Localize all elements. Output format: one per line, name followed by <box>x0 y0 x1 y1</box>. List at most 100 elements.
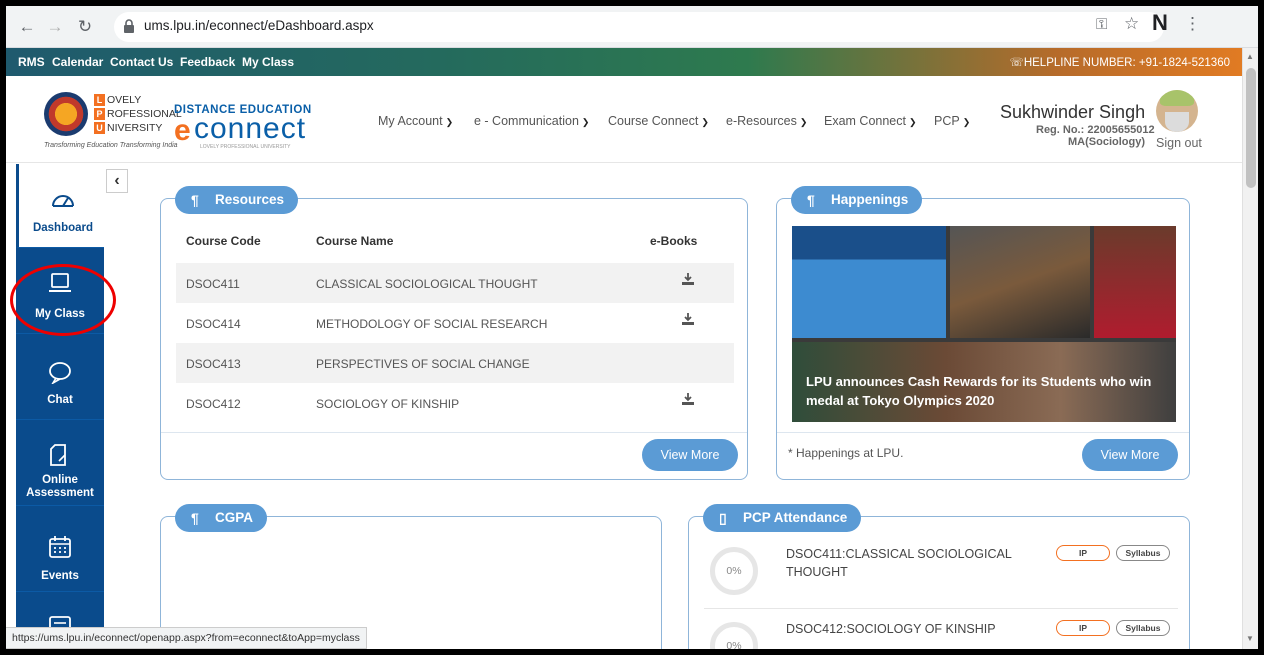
photo-hockey <box>792 226 946 338</box>
chevron-down-icon: ❯ <box>701 117 709 127</box>
course-name: SOCIOLOGY OF KINSHIP <box>316 397 460 411</box>
page-scrollbar[interactable]: ▲ ▼ <box>1242 48 1258 649</box>
ip-tag[interactable]: IP <box>1056 545 1110 561</box>
avatar[interactable] <box>1156 90 1198 132</box>
avatar-beard <box>1165 112 1189 132</box>
chevron-down-icon: ❯ <box>908 117 917 127</box>
logo-word: OVELY <box>107 94 142 106</box>
sidebar-label: Online Assessment <box>26 474 94 499</box>
back-icon[interactable]: ← <box>14 14 40 40</box>
attendance-course: DSOC411:CLASSICAL SOCIOLOGICAL THOUGHT <box>786 547 1012 579</box>
econnect-subtitle: LOVELY PROFESSIONAL UNIVERSITY <box>200 144 291 150</box>
logo-letter: U <box>94 122 105 134</box>
pcp-attendance-title: ▯ PCP Attendance <box>703 504 862 532</box>
econnect-e: e <box>174 114 191 147</box>
course-name: METHODOLOGY OF SOCIAL RESEARCH <box>316 317 548 331</box>
sidebar-label: Chat <box>47 394 73 406</box>
chevron-down-icon: ❯ <box>799 117 808 127</box>
pilcrow-icon: ¶ <box>191 510 199 526</box>
ip-tag[interactable]: IP <box>1056 620 1110 636</box>
top-link-feedback[interactable]: Feedback <box>180 55 235 69</box>
sidebar-label: Dashboard <box>32 222 94 234</box>
sidebar-item-chat[interactable]: Chat <box>16 336 104 420</box>
logo-tagline: Transforming Education Transforming Indi… <box>44 142 178 149</box>
scroll-down-icon[interactable]: ▼ <box>1246 634 1254 643</box>
scroll-thumb[interactable] <box>1246 68 1256 188</box>
syllabus-tag[interactable]: Syllabus <box>1116 620 1170 636</box>
download-icon[interactable] <box>682 313 694 325</box>
address-bar[interactable]: ums.lpu.in/econnect/eDashboard.aspx <box>114 12 1164 42</box>
highlight-ring <box>10 264 116 336</box>
menu-dots-icon[interactable]: ⋮ <box>1184 14 1201 34</box>
table-row: DSOC414 METHODOLOGY OF SOCIAL RESEARCH <box>176 303 734 343</box>
attendance-course: DSOC412:SOCIOLOGY OF KINSHIP <box>786 622 996 636</box>
top-link-contact[interactable]: Contact Us <box>110 55 173 69</box>
syllabus-tag[interactable]: Syllabus <box>1116 545 1170 561</box>
photo-wrestler <box>1094 226 1176 338</box>
key-icon[interactable]: ⚿ <box>1096 16 1107 33</box>
sidebar-item-events[interactable]: Events <box>16 508 104 592</box>
lock-icon <box>124 19 134 33</box>
registration-number: Reg. No.: 22005655012 <box>1036 124 1155 136</box>
menu-course-connect[interactable]: Course Connect ❯ <box>608 114 709 128</box>
divider <box>704 608 1178 609</box>
resources-title: ¶ Resources <box>175 186 299 214</box>
menu-exam-connect[interactable]: Exam Connect ❯ <box>824 114 917 128</box>
menu-e-resources[interactable]: e-Resources ❯ <box>726 114 807 128</box>
status-bar-url: https://ums.lpu.in/econnect/openapp.aspx… <box>6 627 367 649</box>
course-code: DSOC412 <box>186 397 241 411</box>
download-icon[interactable] <box>682 273 694 285</box>
attendance-row: 0% DSOC412:SOCIOLOGY OF KINSHIP IP Sylla… <box>704 616 1178 649</box>
cgpa-title: ¶ CGPA <box>175 504 268 532</box>
programme-name: MA(Sociology) <box>1068 136 1145 148</box>
happenings-caption: LPU announces Cash Rewards for its Stude… <box>806 374 1152 408</box>
top-link-rms[interactable]: RMS <box>18 55 45 69</box>
econnect-word: connect <box>194 112 307 145</box>
sign-out-link[interactable]: Sign out <box>1156 136 1202 150</box>
happenings-view-more-button[interactable]: View More <box>1082 439 1178 471</box>
course-code: DSOC411 <box>186 277 240 291</box>
book-icon: ▯ <box>719 510 727 526</box>
header-ebooks: e-Books <box>650 234 698 248</box>
logo-letter: P <box>94 108 105 120</box>
happenings-title: ¶ Happenings <box>791 186 923 214</box>
table-row: DSOC411 CLASSICAL SOCIOLOGICAL THOUGHT <box>176 263 734 303</box>
menu-pcp[interactable]: PCP ❯ <box>934 114 970 128</box>
scroll-up-icon[interactable]: ▲ <box>1246 52 1254 61</box>
menu-e-communication[interactable]: e - Communication ❯ <box>474 114 589 128</box>
table-row: DSOC413 PERSPECTIVES OF SOCIAL CHANGE <box>176 343 734 383</box>
divider <box>161 432 747 433</box>
top-link-calendar[interactable]: Calendar <box>52 55 103 69</box>
helpline-number: ☏HELPLINE NUMBER: +91-1824-521360 <box>1009 57 1230 69</box>
attendance-row: 0% DSOC411:CLASSICAL SOCIOLOGICAL THOUGH… <box>704 541 1178 611</box>
sidebar: Dashboard My Class Chat Online Assessmen… <box>16 164 104 649</box>
chevron-down-icon: ❯ <box>962 117 971 127</box>
happenings-note: * Happenings at LPU. <box>788 446 904 460</box>
download-icon[interactable] <box>682 393 694 405</box>
top-link-myclass[interactable]: My Class <box>242 55 294 69</box>
dashboard-icon <box>52 195 74 207</box>
logo-word: ROFESSIONAL <box>107 108 182 120</box>
course-name: CLASSICAL SOCIOLOGICAL THOUGHT <box>316 277 538 291</box>
screen: ← → ↻ ums.lpu.in/econnect/eDashboard.asp… <box>6 6 1258 649</box>
resources-view-more-button[interactable]: View More <box>642 439 738 471</box>
reload-icon[interactable]: ↻ <box>72 14 98 40</box>
site-header: L OVELY P ROFESSIONAL U NIVERSITY Transf… <box>6 76 1242 163</box>
header-course-code: Course Code <box>186 234 261 248</box>
chevron-down-icon: ❯ <box>581 117 590 127</box>
sidebar-item-online-assessment[interactable]: Online Assessment <box>16 422 104 506</box>
menu-my-account[interactable]: My Account ❯ <box>378 114 453 128</box>
photo-javelin <box>950 226 1090 338</box>
profile-icon[interactable]: N <box>1152 10 1168 36</box>
header-course-name: Course Name <box>316 234 394 248</box>
sidebar-collapse-button[interactable]: ‹ <box>106 169 128 193</box>
forward-icon[interactable]: → <box>42 14 68 40</box>
user-name: Sukhwinder Singh <box>1000 102 1146 122</box>
url-text: ums.lpu.in/econnect/eDashboard.aspx <box>144 18 374 33</box>
lpu-logo[interactable]: L OVELY P ROFESSIONAL U NIVERSITY Transf… <box>44 92 182 154</box>
chat-icon <box>49 362 71 384</box>
sidebar-item-dashboard[interactable]: Dashboard <box>16 164 104 248</box>
pilcrow-icon: ¶ <box>807 192 815 208</box>
lpu-emblem-icon <box>44 92 88 136</box>
star-icon[interactable]: ☆ <box>1124 14 1139 34</box>
